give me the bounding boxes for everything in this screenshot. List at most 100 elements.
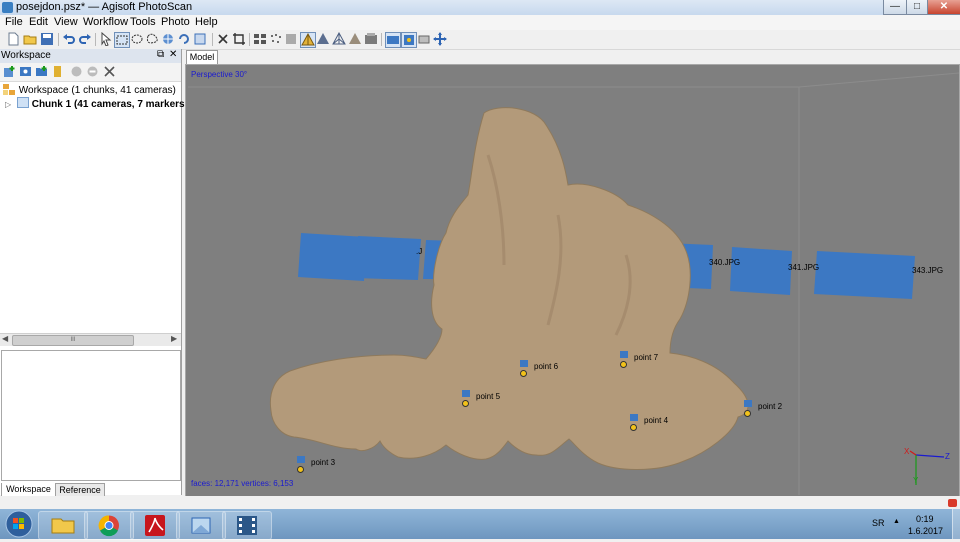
taskbar-photoscan[interactable] [176, 511, 226, 540]
tab-model[interactable]: Model [186, 50, 218, 64]
move-object-icon[interactable] [161, 32, 175, 46]
show-desktop-button[interactable] [952, 509, 960, 539]
show-region-icon[interactable] [417, 32, 431, 46]
solid-model-icon[interactable] [316, 32, 330, 46]
window-title: posejdon.psz* — Agisoft PhotoScan [16, 1, 193, 13]
model-viewport[interactable]: .J 340.JPG 341.JPG 343.JPG point 6 point… [185, 64, 960, 497]
properties-pane [1, 350, 181, 481]
marker-label: point 7 [634, 353, 659, 362]
clock-date[interactable]: 1.6.2017 [908, 526, 943, 536]
show-markers-icon[interactable] [401, 32, 417, 48]
rectangle-selection-icon[interactable] [114, 32, 130, 48]
open-folder-icon[interactable] [23, 32, 37, 46]
expand-arrow-icon[interactable]: ▷ [5, 100, 11, 109]
add-photos-icon[interactable] [19, 65, 32, 78]
point-cloud-icon[interactable] [269, 32, 283, 46]
camera-label: 343.JPG [912, 266, 944, 275]
menu-tools[interactable]: Tools [130, 16, 156, 28]
marker-label: point 3 [311, 458, 336, 467]
remove-item-icon[interactable] [103, 65, 116, 78]
delete-selection-icon[interactable] [216, 32, 230, 46]
z-axis-line [915, 454, 945, 458]
scroll-thumb[interactable]: III [12, 335, 134, 346]
camera-plane[interactable] [355, 236, 421, 280]
marker-dot [297, 466, 304, 473]
free-form-selection-icon[interactable] [145, 32, 159, 46]
taskbar: SR ▲ 0:19 1.6.2017 [0, 509, 960, 540]
taskbar-chrome[interactable] [84, 511, 134, 540]
camera-plane[interactable] [730, 247, 792, 295]
batch-process-icon[interactable] [51, 65, 64, 78]
menu-workflow[interactable]: Workflow [83, 16, 128, 28]
horizontal-scrollbar[interactable]: ◀ III ▶ [0, 333, 181, 346]
marker-flag-icon [520, 360, 528, 367]
taskbar-video[interactable] [222, 511, 272, 540]
rotate-object-icon[interactable] [177, 32, 191, 46]
menu-help[interactable]: Help [195, 16, 218, 28]
navigation-cursor-icon[interactable] [99, 32, 113, 46]
chunk-node[interactable]: ▷ Chunk 1 (41 cameras, 7 markers, 9,790 [5, 97, 215, 110]
menu-file[interactable]: File [5, 16, 23, 28]
textured-model-icon[interactable] [348, 32, 362, 46]
taskbar-explorer[interactable] [38, 511, 88, 540]
scroll-left-icon[interactable]: ◀ [2, 334, 8, 343]
menu-bar: File Edit View Workflow Tools Photo Help [0, 15, 960, 30]
x-axis-label: X [904, 447, 910, 456]
save-icon[interactable] [40, 32, 54, 46]
workspace-title: Workspace [1, 50, 51, 61]
close-button[interactable]: ✕ [927, 0, 960, 15]
marker-dot [630, 424, 637, 431]
new-file-icon[interactable] [6, 32, 20, 46]
circle-selection-icon[interactable] [130, 32, 144, 46]
redo-icon[interactable] [78, 32, 92, 46]
wireframe-model-icon[interactable] [332, 32, 346, 46]
marker-flag-icon [620, 351, 628, 358]
enable-icon[interactable] [70, 65, 83, 78]
model-scene[interactable] [186, 65, 959, 496]
show-cameras-toggle-icon[interactable] [385, 32, 401, 48]
marker-label: point 5 [476, 392, 501, 401]
pdf-reader-icon [145, 515, 165, 536]
status-bar [0, 496, 960, 509]
reset-view-icon[interactable] [433, 32, 447, 46]
show-hidden-icons[interactable]: ▲ [893, 518, 900, 525]
camera-label: 340.JPG [709, 258, 741, 267]
menu-photo[interactable]: Photo [161, 16, 190, 28]
shaded-model-icon[interactable] [300, 32, 316, 48]
marker-dot [744, 410, 751, 417]
title-bar: posejdon.psz* — Agisoft PhotoScan — □ ✕ [0, 0, 960, 15]
maximize-button[interactable]: □ [906, 0, 928, 15]
close-panel-icon[interactable]: ✕ [169, 49, 177, 60]
menu-view[interactable]: View [54, 16, 78, 28]
undo-icon[interactable] [62, 32, 76, 46]
camera-plane[interactable] [814, 251, 915, 299]
marker-flag-icon [630, 414, 638, 421]
scroll-right-icon[interactable]: ▶ [171, 334, 177, 343]
language-indicator[interactable]: SR [872, 518, 885, 528]
clock-time[interactable]: 0:19 [916, 514, 934, 524]
tiled-model-icon[interactable] [364, 32, 378, 46]
add-chunk-icon[interactable] [3, 65, 16, 78]
workspace-root-node[interactable]: Workspace (1 chunks, 41 cameras) [3, 84, 176, 96]
start-button-icon[interactable] [4, 510, 34, 538]
z-axis-label: Z [945, 452, 950, 461]
photoscan-icon [191, 517, 211, 534]
app-icon [2, 2, 13, 13]
mesh-model[interactable] [269, 107, 749, 470]
marker-dot [620, 361, 627, 368]
workspace-root-label: Workspace (1 chunks, 41 cameras) [18, 85, 176, 96]
resize-region-icon[interactable] [193, 32, 207, 46]
tab-workspace[interactable]: Workspace [1, 483, 56, 497]
menu-edit[interactable]: Edit [29, 16, 48, 28]
marker-dot [520, 370, 527, 377]
dense-cloud-icon[interactable] [284, 32, 298, 46]
marker-dot [462, 400, 469, 407]
error-indicator-icon[interactable] [948, 499, 957, 507]
minimize-button[interactable]: — [883, 0, 907, 15]
show-cameras-icon[interactable] [253, 32, 267, 46]
disable-icon[interactable] [86, 65, 99, 78]
add-folder-icon[interactable] [35, 65, 48, 78]
crop-selection-icon[interactable] [232, 32, 246, 46]
taskbar-acrobat[interactable] [130, 511, 180, 540]
float-panel-icon[interactable]: ⧉ [157, 49, 164, 60]
